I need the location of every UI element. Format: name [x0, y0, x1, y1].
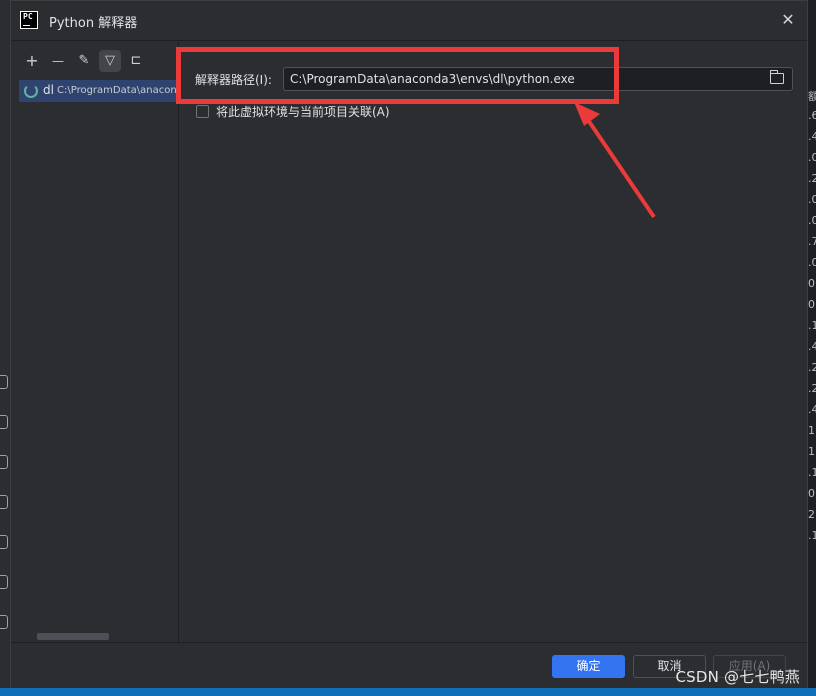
ide-tool-icon[interactable]: [0, 535, 8, 549]
ok-button[interactable]: 确定: [552, 655, 625, 678]
ide-left-toolbar: [0, 0, 10, 696]
edit-icon[interactable]: ✎: [73, 50, 95, 72]
editor-fragment-text: 0: [808, 298, 815, 311]
filter-icon[interactable]: ▽: [99, 50, 121, 72]
ide-tool-icon[interactable]: [0, 415, 8, 429]
editor-fragment-text: .0: [808, 193, 816, 206]
editor-fragment-text: 1.: [808, 445, 816, 458]
editor-fragment-text: .0: [808, 256, 816, 269]
taskbar: [0, 688, 816, 696]
close-icon[interactable]: ✕: [779, 11, 797, 29]
environment-item-dl[interactable]: dl C:\ProgramData\anaconda3\envs\dl\pyth…: [19, 80, 179, 102]
annotation-arrow-icon: [574, 102, 656, 219]
pycharm-logo-icon: PC: [20, 11, 38, 29]
environment-list-panel: + — ✎ ▽ ⊏ dl C:\ProgramData\anaconda3\en…: [11, 42, 179, 642]
tree-view-icon[interactable]: ⊏: [125, 50, 147, 72]
environment-toolbar: + — ✎ ▽ ⊏: [21, 50, 171, 74]
editor-fragment-text: .4: [808, 340, 816, 353]
editor-fragment-text: 0: [808, 277, 815, 290]
dialog-titlebar: PC Python 解释器 ✕: [11, 1, 807, 41]
remove-icon[interactable]: —: [47, 50, 69, 72]
ide-tool-icon[interactable]: [0, 495, 8, 509]
browse-folder-icon[interactable]: [769, 70, 784, 84]
editor-fragment-text: 额: [808, 90, 816, 103]
loading-spinner-icon: [24, 84, 38, 98]
associate-project-checkbox[interactable]: [196, 105, 209, 118]
editor-fragment-text: .2: [808, 172, 816, 185]
editor-fragment-text: .1: [808, 466, 816, 479]
environment-name: dl: [43, 83, 54, 97]
ide-tool-icon[interactable]: [0, 375, 8, 389]
dialog-title: Python 解释器: [49, 16, 138, 31]
associate-project-label: 将此虚拟环境与当前项目关联(A): [216, 105, 390, 119]
editor-fragment-text: 2: [808, 508, 815, 521]
editor-fragment-text: 1: [808, 424, 815, 437]
editor-fragment-text: .7: [808, 235, 816, 248]
interpreter-details-panel: 解释器路径(I): C:\ProgramData\anaconda3\envs\…: [180, 42, 807, 642]
environment-path: C:\ProgramData\anaconda3\envs\dl\python.…: [57, 85, 179, 96]
editor-fragment-text: .1: [808, 529, 816, 542]
annotation-highlight-box: [176, 47, 619, 104]
watermark-text: CSDN @七七鸭燕: [675, 668, 800, 686]
add-icon[interactable]: +: [21, 50, 43, 72]
editor-fragment-text: .2: [808, 382, 816, 395]
ide-tool-icon[interactable]: [0, 615, 8, 629]
editor-fragment-text: .0: [808, 151, 816, 164]
editor-fragment-text: .2: [808, 361, 816, 374]
editor-fragment-text: .4: [808, 403, 816, 416]
ide-editor-fragment: 额 .6 .4 .0 .2 .0 .0 .7 .0 0 0 .1 .4 .2 .2 .4 1 1. .1 0 2 .1: [808, 0, 816, 696]
horizontal-scrollbar[interactable]: [37, 633, 109, 640]
editor-fragment-text: 0: [808, 487, 815, 500]
ide-tool-icon[interactable]: [0, 575, 8, 589]
ide-tool-icon[interactable]: [0, 455, 8, 469]
editor-fragment-text: .0: [808, 214, 816, 227]
editor-fragment-text: .6: [808, 109, 816, 122]
editor-fragment-text: .4: [808, 130, 816, 143]
editor-fragment-text: .1: [808, 319, 816, 332]
